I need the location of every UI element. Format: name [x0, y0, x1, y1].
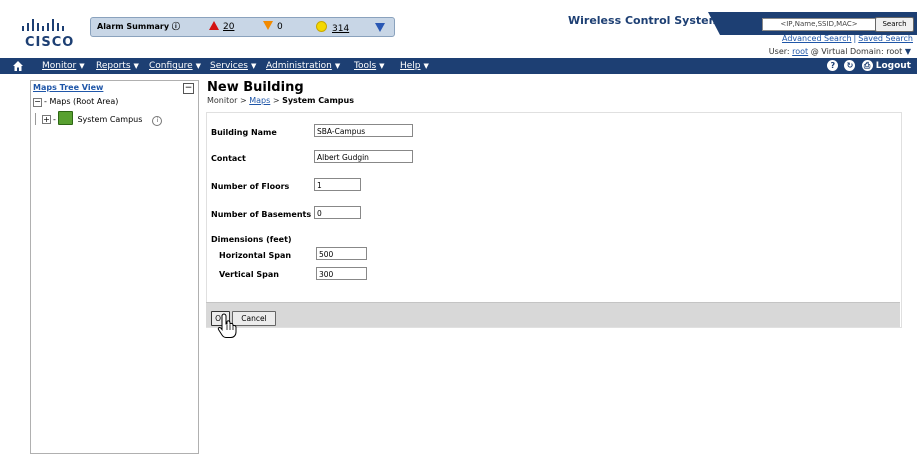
tree-item-root[interactable]: − - Maps (Root Area) [33, 97, 118, 107]
horizontal-span-label: Horizontal Span [219, 251, 292, 260]
refresh-icon[interactable]: ↻ [844, 60, 856, 71]
user-prefix: User: [768, 47, 790, 56]
logout-link[interactable]: Logout [876, 61, 911, 71]
advanced-search-link[interactable]: Advanced Search [782, 34, 852, 43]
search-input[interactable]: <IP,Name,SSID,MAC> [762, 18, 876, 31]
header: CISCO Alarm Summary ⓘ 20 0 314 Wireless … [0, 6, 917, 56]
tree-expand-icon[interactable]: + [42, 115, 51, 124]
tree-item-label: Maps (Root Area) [49, 97, 119, 106]
domain-value: root [886, 47, 903, 56]
chevron-down-icon: ▼ [79, 62, 85, 70]
form-button-bar [206, 302, 900, 327]
page-title: New Building [207, 80, 304, 95]
nav-configure[interactable]: Configure ▼ [149, 61, 201, 71]
domain-label: @ Virtual Domain: [810, 47, 884, 56]
main-nav: Monitor ▼ Reports ▼ Configure ▼ Services ▼ A… [0, 58, 917, 74]
minor-alarm-count[interactable]: 314 [316, 21, 349, 34]
domain-dropdown-icon[interactable]: ▼ [905, 47, 911, 56]
nav-help[interactable]: Help ▼ [400, 61, 429, 71]
cisco-logo-text: CISCO [25, 35, 75, 50]
floors-field[interactable]: 1 [314, 178, 361, 191]
building-name-field[interactable]: SBA-Campus [314, 124, 413, 137]
help-icon[interactable]: ? [827, 60, 839, 71]
major-alarm-count[interactable]: 0 [263, 21, 283, 32]
vertical-span-label: Vertical Span [219, 270, 279, 279]
chevron-down-icon: ▼ [423, 62, 429, 70]
alarm-info-icon: ⓘ [171, 22, 180, 31]
user-name-link[interactable]: root [792, 47, 808, 56]
basements-field[interactable]: 0 [314, 206, 361, 219]
collapse-icon[interactable]: − [183, 83, 194, 94]
tree-item-label: System Campus [77, 115, 143, 124]
search-links-separator: | [853, 34, 857, 43]
chevron-down-icon: ▼ [250, 62, 257, 70]
breadcrumb-separator: > [239, 96, 247, 105]
nav-administration[interactable]: Administration ▼ [266, 61, 340, 71]
maps-tree-title[interactable]: Maps Tree View [33, 83, 103, 92]
contact-label: Contact [211, 154, 246, 163]
basements-label: Number of Basements [211, 210, 312, 219]
product-title: Wireless Control System [568, 14, 721, 27]
print-icon[interactable]: ⎙ [861, 60, 873, 71]
nav-services[interactable]: Services ▼ [210, 61, 256, 71]
major-alarm-icon [263, 21, 273, 30]
campus-building-icon [58, 111, 74, 125]
search-button[interactable]: Search [875, 17, 914, 32]
chevron-down-icon: ▼ [334, 62, 341, 70]
breadcrumb-maps-link[interactable]: Maps [249, 96, 270, 105]
floors-label: Number of Floors [211, 182, 290, 191]
nav-monitor[interactable]: Monitor ▼ [42, 61, 85, 71]
alarm-summary-bar[interactable]: Alarm Summary ⓘ 20 0 314 [90, 17, 395, 37]
breadcrumb-separator: > [272, 96, 280, 105]
minor-alarm-icon [316, 21, 327, 32]
saved-search-link[interactable]: Saved Search [858, 34, 913, 43]
alarm-dropdown-icon[interactable] [375, 23, 385, 32]
dimensions-label: Dimensions (feet) [211, 235, 292, 244]
tree-line [35, 113, 36, 125]
nav-tools-right: ? ↻ ⎙ Logout [824, 60, 911, 71]
chevron-down-icon: ▼ [195, 62, 202, 70]
nav-tools[interactable]: Tools ▼ [354, 61, 385, 71]
breadcrumb: Monitor > Maps > System Campus [207, 96, 354, 105]
user-info: User: root @ Virtual Domain: root ▼ [769, 47, 911, 56]
chevron-down-icon: ▼ [133, 62, 139, 70]
hand-cursor-icon [217, 313, 237, 338]
new-building-form [206, 112, 902, 328]
cisco-logo-bars-icon [22, 19, 64, 31]
maps-tree-panel: Maps Tree View − − - Maps (Root Area) + - … [30, 80, 199, 454]
tree-collapse-icon[interactable]: − [33, 98, 42, 107]
tree-item-system-campus[interactable]: + - System Campus i [35, 111, 163, 126]
chevron-down-icon: ▼ [379, 62, 385, 70]
search-links: Advanced Search | Saved Search [782, 34, 913, 43]
vertical-span-field[interactable]: 300 [316, 267, 367, 280]
info-icon[interactable]: i [152, 116, 163, 126]
critical-alarm-icon [209, 21, 219, 30]
cisco-logo[interactable]: CISCO [22, 18, 82, 52]
horizontal-span-field[interactable]: 500 [316, 247, 367, 260]
breadcrumb-monitor: Monitor [207, 96, 238, 105]
contact-field[interactable]: Albert Gudgin [314, 150, 413, 163]
critical-alarm-count[interactable]: 20 [209, 21, 234, 32]
nav-reports[interactable]: Reports ▼ [96, 61, 139, 71]
alarm-summary-label: Alarm Summary ⓘ [97, 22, 180, 31]
home-icon[interactable] [12, 60, 24, 72]
cancel-button[interactable]: Cancel [232, 311, 276, 326]
building-name-label: Building Name [211, 128, 277, 137]
breadcrumb-current: System Campus [282, 96, 354, 105]
